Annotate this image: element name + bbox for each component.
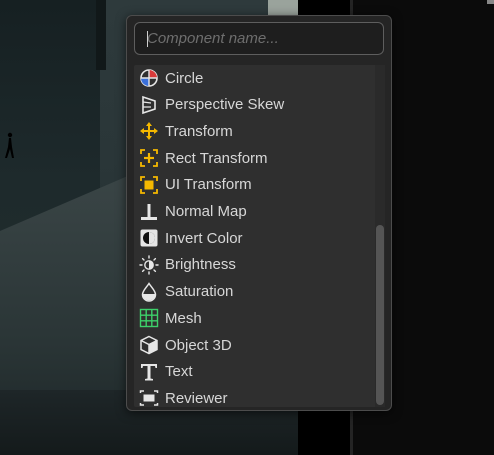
reviewer-icon — [138, 387, 160, 407]
rect-transform-icon — [138, 147, 160, 169]
list-item-invert-color[interactable]: Invert Color — [134, 225, 374, 251]
list-item-transform[interactable]: Transform — [134, 118, 374, 144]
list-item-label: Perspective Skew — [165, 96, 285, 114]
mesh-grid-icon — [138, 307, 160, 329]
perspective-skew-icon — [138, 94, 160, 116]
component-list: Circle Perspective Skew Transform Rect T… — [134, 65, 384, 407]
list-item-circle[interactable]: Circle — [134, 65, 374, 91]
list-item-brightness[interactable]: Brightness — [134, 252, 374, 278]
list-item-normal-map[interactable]: Normal Map — [134, 199, 374, 225]
list-item-perspective-skew[interactable]: Perspective Skew — [134, 92, 374, 118]
brightness-icon — [138, 254, 160, 276]
list-item-ui-transform[interactable]: UI Transform — [134, 172, 374, 198]
transform-arrows-icon — [138, 120, 160, 142]
text-caret — [147, 31, 148, 47]
list-item-object-3d[interactable]: Object 3D — [134, 332, 374, 358]
list-item-label: Reviewer — [165, 389, 228, 407]
list-item-mesh[interactable]: Mesh — [134, 305, 374, 331]
ui-transform-icon — [138, 174, 160, 196]
list-item-saturation[interactable]: Saturation — [134, 279, 374, 305]
text-t-icon — [138, 361, 160, 383]
saturation-icon — [138, 281, 160, 303]
list-item-label: Text — [165, 363, 193, 381]
component-picker-popup: Circle Perspective Skew Transform — [126, 15, 392, 411]
background-pillar — [96, 0, 106, 70]
cube-icon — [138, 334, 160, 356]
list-item-label: Normal Map — [165, 203, 247, 220]
list-item-label: Transform — [165, 122, 233, 140]
scrollbar-thumb[interactable] — [376, 225, 384, 405]
list-item-label: Mesh — [165, 309, 202, 327]
circle-icon — [138, 67, 160, 89]
list-item-label: Invert Color — [165, 229, 243, 247]
list-item-text[interactable]: Text — [134, 359, 374, 385]
list-item-rect-transform[interactable]: Rect Transform — [134, 145, 374, 171]
corner-handle — [487, 0, 494, 4]
normal-map-icon — [138, 201, 160, 223]
list-scrollbar[interactable] — [375, 65, 385, 407]
list-item-label: Brightness — [165, 256, 236, 274]
invert-color-icon — [138, 227, 160, 249]
list-item-label: UI Transform — [165, 176, 252, 194]
list-item-label: Rect Transform — [165, 149, 268, 167]
list-item-label: Circle — [165, 69, 204, 87]
list-item-label: Saturation — [165, 283, 234, 301]
component-search-box — [134, 22, 384, 55]
background-person-figure — [5, 132, 14, 158]
background-sky — [268, 0, 298, 15]
list-item-label: Object 3D — [165, 336, 232, 354]
list-item-reviewer[interactable]: Reviewer — [134, 385, 374, 407]
component-search-input[interactable] — [135, 23, 383, 54]
